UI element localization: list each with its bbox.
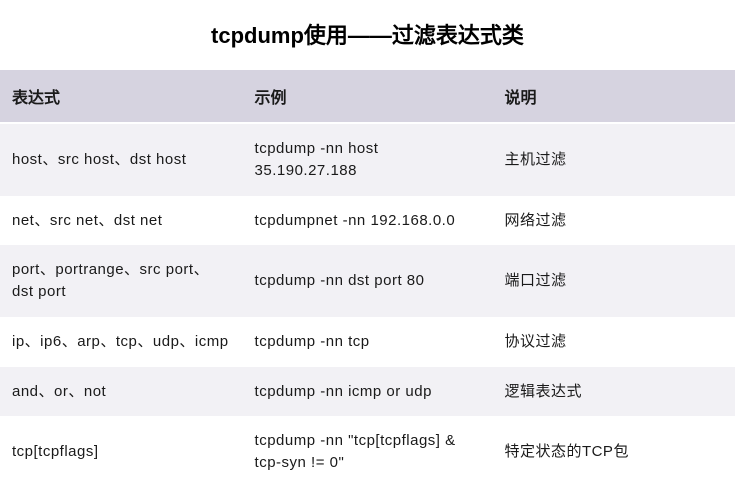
filter-table: 表达式 示例 说明 host、src host、dst host tcpdump… — [0, 70, 735, 488]
cell-example: tcpdump -nn "tcp[tcpflags] & tcp-syn != … — [243, 416, 493, 488]
cell-example: tcpdump -nn dst port 80 — [243, 245, 493, 317]
cell-expression: net、src net、dst net — [0, 196, 243, 246]
table-row: and、or、not tcpdump -nn icmp or udp 逻辑表达式 — [0, 367, 735, 417]
header-row: 表达式 示例 说明 — [0, 70, 735, 123]
cell-description: 逻辑表达式 — [492, 367, 735, 417]
cell-description: 主机过滤 — [492, 123, 735, 196]
header-expression: 表达式 — [0, 70, 243, 123]
header-description: 说明 — [492, 70, 735, 123]
cell-example: tcpdumpnet -nn 192.168.0.0 — [243, 196, 493, 246]
cell-expression: host、src host、dst host — [0, 123, 243, 196]
cell-example: tcpdump -nn icmp or udp — [243, 367, 493, 417]
page-title: tcpdump使用——过滤表达式类 — [0, 0, 735, 70]
cell-description: 协议过滤 — [492, 317, 735, 367]
cell-example: tcpdump -nn tcp — [243, 317, 493, 367]
header-example: 示例 — [243, 70, 493, 123]
table-row: tcp[tcpflags] tcpdump -nn "tcp[tcpflags]… — [0, 416, 735, 488]
table-body: host、src host、dst host tcpdump -nn host … — [0, 123, 735, 488]
table-row: port、portrange、src port、dst port tcpdump… — [0, 245, 735, 317]
table-row: net、src net、dst net tcpdumpnet -nn 192.1… — [0, 196, 735, 246]
table-header: 表达式 示例 说明 — [0, 70, 735, 123]
cell-example: tcpdump -nn host 35.190.27.188 — [243, 123, 493, 196]
cell-description: 端口过滤 — [492, 245, 735, 317]
cell-expression: ip、ip6、arp、tcp、udp、icmp — [0, 317, 243, 367]
table-row: host、src host、dst host tcpdump -nn host … — [0, 123, 735, 196]
cell-description: 特定状态的TCP包 — [492, 416, 735, 488]
table-row: ip、ip6、arp、tcp、udp、icmp tcpdump -nn tcp … — [0, 317, 735, 367]
cell-expression: and、or、not — [0, 367, 243, 417]
cell-expression: port、portrange、src port、dst port — [0, 245, 243, 317]
cell-expression: tcp[tcpflags] — [0, 416, 243, 488]
document-container: tcpdump使用——过滤表达式类 表达式 示例 说明 host、src hos… — [0, 0, 735, 488]
cell-description: 网络过滤 — [492, 196, 735, 246]
